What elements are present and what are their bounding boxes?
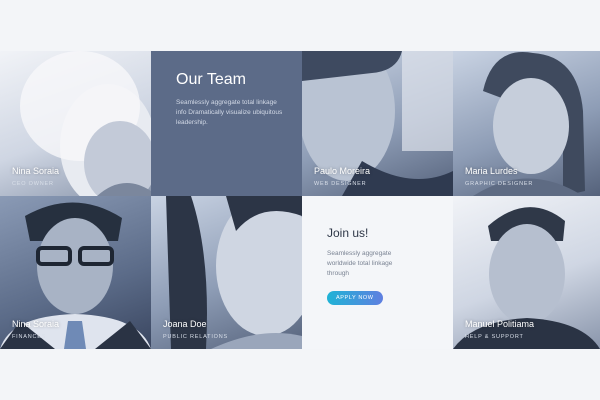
- team-member-card[interactable]: Manuel Politiama Help & Support: [453, 196, 600, 349]
- member-role: Web Designer: [314, 181, 367, 187]
- member-caption: Nina Soraia CEO Owner: [12, 166, 59, 187]
- our-team-heading: Our Team: [176, 71, 246, 88]
- team-member-card[interactable]: Paulo Moreira Web Designer: [302, 51, 453, 196]
- member-name: Paulo Moreira: [314, 166, 371, 176]
- apply-now-button[interactable]: APPLY NOW: [327, 291, 383, 305]
- join-us-text: Seamlessly aggregate worldwide total lin…: [327, 250, 393, 277]
- join-us-heading: Join us!: [327, 226, 369, 240]
- member-name: Nina Soraia: [12, 166, 60, 176]
- member-role: Finances: [12, 334, 47, 340]
- member-role: Public Relations: [163, 334, 228, 340]
- member-caption: Paulo Moreira Web Designer: [314, 166, 370, 187]
- member-caption: Maria Lurdes Graphic Designer: [465, 166, 533, 187]
- our-team-panel: Our Team Seamlessly aggregate total link…: [151, 51, 302, 196]
- member-name: Manuel Politiama: [465, 319, 535, 329]
- member-caption: Joana Doe Public Relations: [163, 319, 228, 340]
- team-member-card[interactable]: Joana Doe Public Relations: [151, 196, 302, 349]
- team-member-card[interactable]: Nina Soraia CEO Owner: [0, 51, 151, 196]
- team-member-card[interactable]: Nina Soraia Finances: [0, 196, 151, 349]
- team-member-card[interactable]: Maria Lurdes Graphic Designer: [453, 51, 600, 196]
- member-role: CEO Owner: [12, 181, 54, 187]
- member-caption: Manuel Politiama Help & Support: [465, 319, 534, 340]
- member-role: Help & Support: [465, 334, 524, 340]
- member-role: Graphic Designer: [465, 181, 534, 187]
- member-caption: Nina Soraia Finances: [12, 319, 59, 340]
- join-us-panel: Join us! Seamlessly aggregate worldwide …: [302, 196, 453, 349]
- member-name: Nina Soraia: [12, 319, 60, 329]
- team-grid: Nina Soraia CEO Owner Our Team Seamlessl…: [0, 51, 600, 349]
- member-name: Maria Lurdes: [465, 166, 518, 176]
- member-name: Joana Doe: [163, 319, 207, 329]
- our-team-text: Seamlessly aggregate total linkage info …: [176, 99, 283, 126]
